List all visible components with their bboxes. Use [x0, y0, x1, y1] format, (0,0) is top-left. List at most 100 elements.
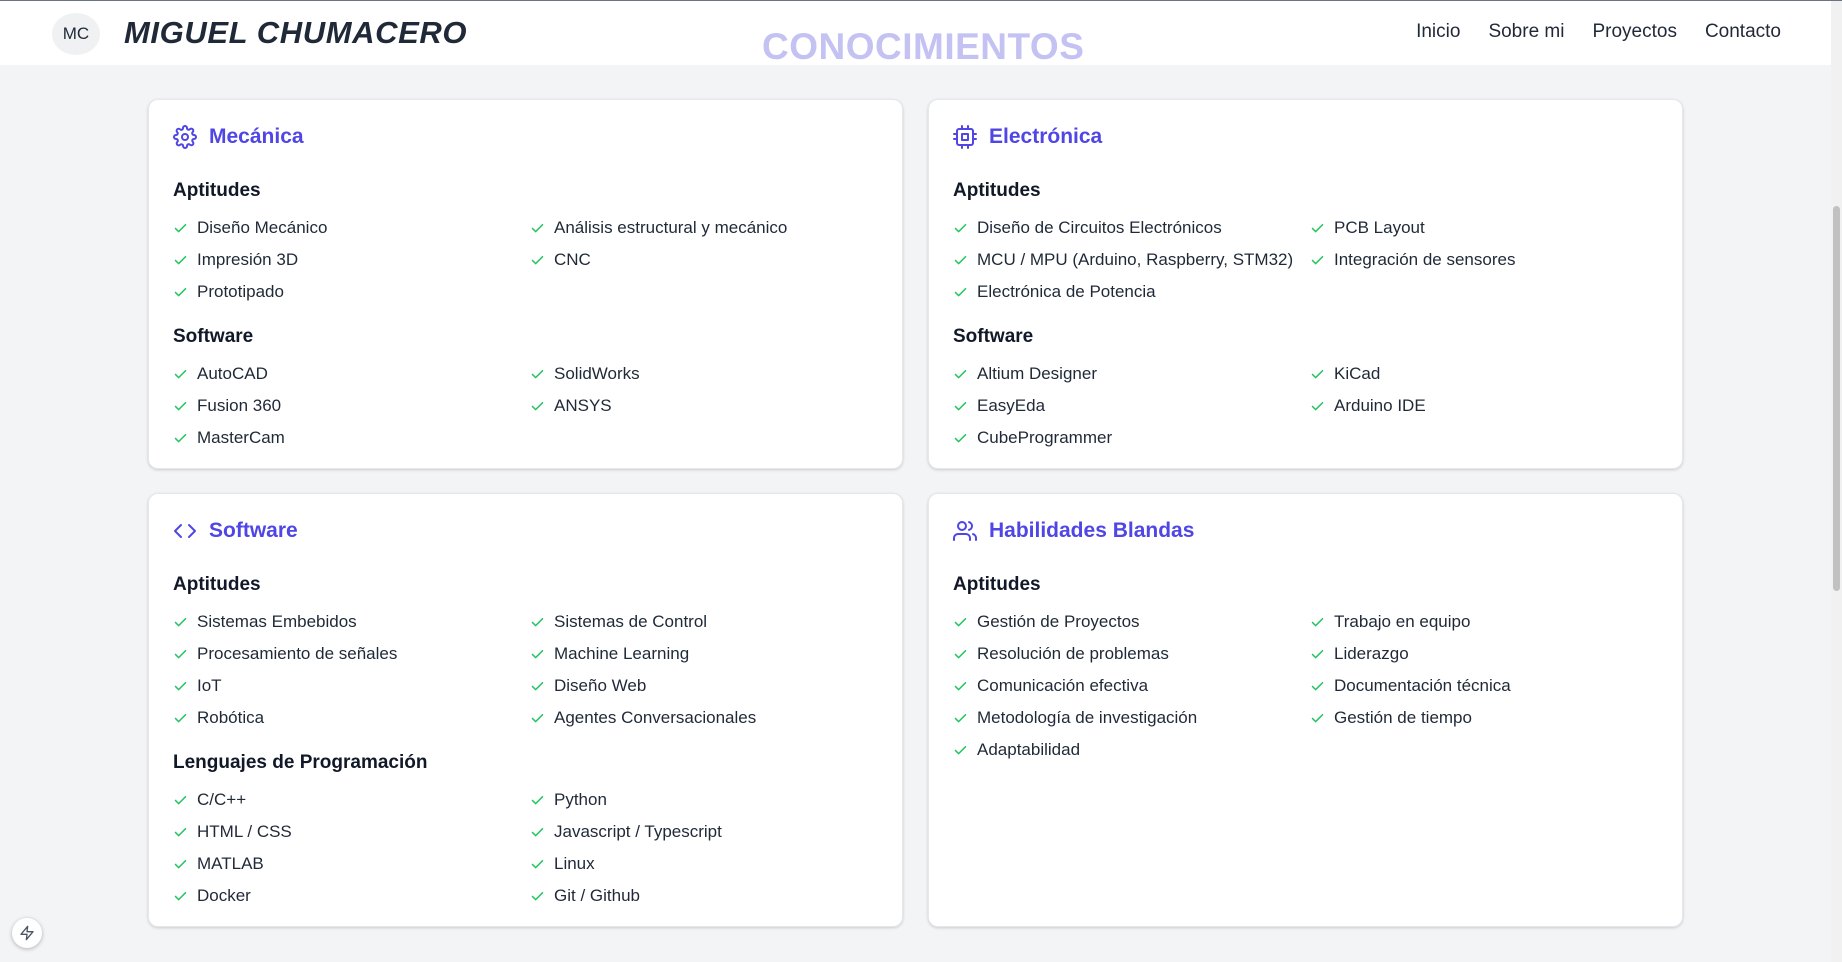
- list-item-label: Machine Learning: [554, 644, 690, 663]
- card-header: Software: [173, 518, 878, 544]
- list-item: Integración de sensores: [1310, 244, 1658, 276]
- scrollbar-thumb[interactable]: [1833, 206, 1840, 591]
- gear-icon: [173, 125, 197, 149]
- list-item-label: Robótica: [197, 708, 265, 727]
- list-item: Documentación técnica: [1310, 670, 1658, 702]
- check-icon: [1311, 681, 1324, 690]
- list-item: HTML / CSS: [173, 816, 530, 848]
- skill-list: AutoCAD SolidWorks Fusion 360 ANSYS MasterCa…: [173, 358, 878, 454]
- check-icon: [1311, 255, 1324, 264]
- check-icon: [531, 795, 544, 804]
- list-item: ANSYS: [530, 390, 878, 422]
- check-icon: [174, 617, 187, 626]
- list-item-label: PCB Layout: [1334, 218, 1425, 237]
- check-icon: [174, 369, 187, 378]
- check-icon: [954, 401, 967, 410]
- list-item: Javascript / Typescript: [530, 816, 878, 848]
- list-item: AutoCAD: [173, 358, 530, 390]
- nav-link-sobre-mi[interactable]: Sobre mi: [1488, 21, 1564, 43]
- check-icon: [954, 681, 967, 690]
- check-icon: [1311, 617, 1324, 626]
- page-scrollbar[interactable]: [1831, 1, 1842, 962]
- list-item: IoT: [173, 670, 530, 702]
- check-icon: [954, 255, 967, 264]
- list-item-label: Diseño Web: [554, 676, 647, 695]
- list-item-label: Análisis estructural y mecánico: [554, 218, 788, 237]
- chip-icon: [953, 125, 977, 149]
- check-icon: [531, 859, 544, 868]
- check-icon: [174, 713, 187, 722]
- list-item: MCU / MPU (Arduino, Raspberry, STM32): [953, 244, 1310, 276]
- check-icon: [174, 401, 187, 410]
- list-item-label: CubeProgrammer: [977, 428, 1113, 447]
- list-item-label: CNC: [554, 250, 591, 269]
- skill-list: Sistemas Embebidos Sistemas de Control Pro…: [173, 606, 878, 734]
- list-item: Diseño Mecánico: [173, 212, 530, 244]
- card-header: Mecánica: [173, 124, 878, 150]
- list-item: Linux: [530, 848, 878, 880]
- card-title: Mecánica: [209, 125, 304, 148]
- list-item-label: Altium Designer: [977, 364, 1097, 383]
- list-item-label: KiCad: [1334, 364, 1381, 383]
- list-item-label: Linux: [554, 854, 595, 873]
- list-item: Comunicación efectiva: [953, 670, 1310, 702]
- check-icon: [174, 649, 187, 658]
- list-item: CubeProgrammer: [953, 422, 1310, 454]
- list-item-label: Gestión de tiempo: [1334, 708, 1472, 727]
- dev-tools-button[interactable]: [12, 918, 42, 948]
- list-item: CNC: [530, 244, 878, 276]
- list-item-label: MasterCam: [197, 428, 285, 447]
- group-title: Aptitudes: [173, 180, 261, 201]
- check-icon: [531, 649, 544, 658]
- list-item-label: Diseño Mecánico: [197, 218, 328, 237]
- list-item-label: HTML / CSS: [197, 822, 292, 841]
- nav-link-contacto[interactable]: Contacto: [1705, 21, 1781, 43]
- check-icon: [531, 617, 544, 626]
- nav-link-proyectos[interactable]: Proyectos: [1592, 21, 1676, 43]
- skill-list: Gestión de Proyectos Trabajo en equipo Res…: [953, 606, 1658, 766]
- list-item-label: Arduino IDE: [1334, 396, 1426, 415]
- group-title: Software: [953, 326, 1034, 347]
- list-item-label: Sistemas de Control: [554, 612, 708, 631]
- list-item-label: Electrónica de Potencia: [977, 282, 1156, 301]
- list-item-label: Diseño de Circuitos Electrónicos: [977, 218, 1222, 237]
- list-item-label: Metodología de investigación: [977, 708, 1198, 727]
- list-item: Git / Github: [530, 880, 878, 912]
- list-item: EasyEda: [953, 390, 1310, 422]
- list-item: Gestión de tiempo: [1310, 702, 1658, 734]
- check-icon: [174, 223, 187, 232]
- check-icon: [531, 891, 544, 900]
- list-item: Impresión 3D: [173, 244, 530, 276]
- card-header: Habilidades Blandas: [953, 518, 1658, 544]
- site-brand[interactable]: MIGUEL CHUMACERO: [124, 15, 467, 51]
- card-title: Software: [209, 519, 298, 542]
- group-title: Software: [173, 326, 254, 347]
- list-item-label: AutoCAD: [197, 364, 268, 383]
- list-item: Gestión de Proyectos: [953, 606, 1310, 638]
- avatar[interactable]: MC: [52, 13, 100, 55]
- list-item-label: Resolución de problemas: [977, 644, 1169, 663]
- list-item-label: Comunicación efectiva: [977, 676, 1149, 695]
- code-icon: [174, 524, 196, 538]
- users-icon: [953, 521, 977, 541]
- check-icon: [954, 713, 967, 722]
- check-icon: [174, 433, 187, 442]
- list-item: Robótica: [173, 702, 530, 734]
- list-item-label: C/C++: [197, 790, 247, 809]
- card-title: Habilidades Blandas: [989, 519, 1195, 542]
- list-item-label: Agentes Conversacionales: [554, 708, 757, 727]
- list-item: Electrónica de Potencia: [953, 276, 1310, 308]
- list-item: Diseño Web: [530, 670, 878, 702]
- list-item-label: EasyEda: [977, 396, 1046, 415]
- lightning-icon: [20, 925, 34, 941]
- list-item: Prototipado: [173, 276, 530, 308]
- list-item-label: MATLAB: [197, 854, 264, 873]
- nav-link-inicio[interactable]: Inicio: [1416, 21, 1460, 43]
- check-icon: [174, 255, 187, 264]
- list-item: Liderazgo: [1310, 638, 1658, 670]
- list-item-label: MCU / MPU (Arduino, Raspberry, STM32): [977, 250, 1294, 269]
- list-item: C/C++: [173, 784, 530, 816]
- group-title: Lenguajes de Programación: [173, 752, 428, 773]
- list-item-label: Javascript / Typescript: [554, 822, 722, 841]
- list-item: Altium Designer: [953, 358, 1310, 390]
